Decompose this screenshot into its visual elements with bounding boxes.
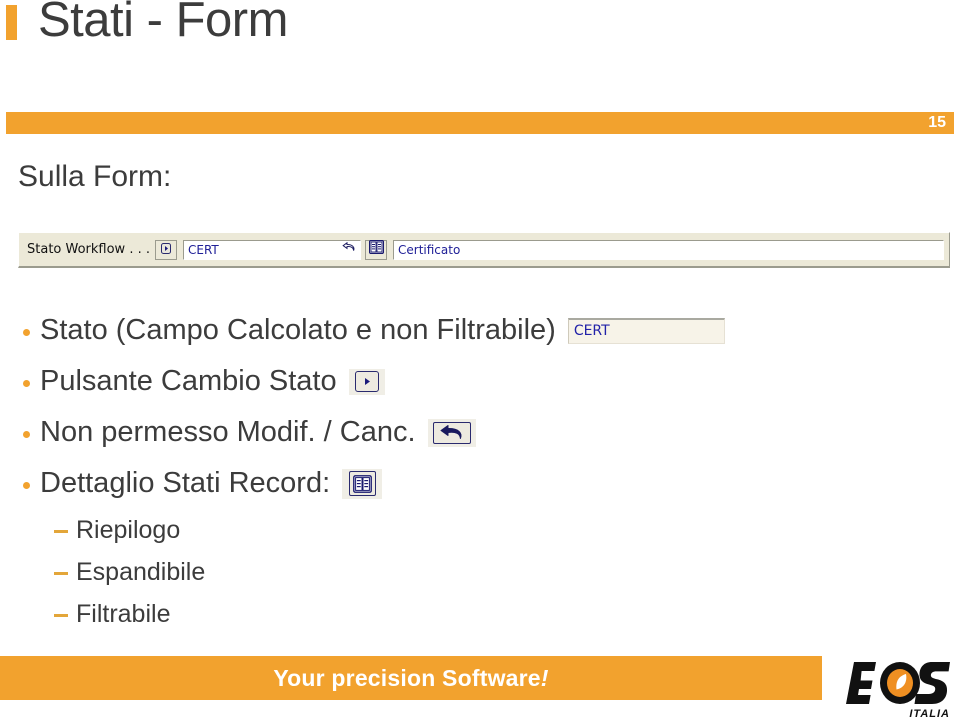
title-accent-bar [6, 5, 17, 40]
bullet-label: Dettaglio Stati Record: [40, 467, 331, 499]
sub-bullet-filtrabile: Filtrabile [18, 593, 938, 635]
toolbar-detail-grid-button[interactable] [365, 239, 387, 260]
bullet-item-non-permesso: Non permesso Modif. / Canc. [18, 407, 938, 458]
footer-tagline-main: Your precision Software [273, 665, 541, 691]
inline-undo-button-shot [427, 418, 476, 447]
sub-bullet-label: Riepilogo [76, 515, 181, 544]
sub-bullet-espandibile: Espandibile [18, 551, 938, 593]
toolbar-change-state-button[interactable] [155, 239, 177, 260]
play-triangle-icon [161, 241, 171, 259]
page-title: Stati - Form [38, 0, 288, 47]
toolbar-description-value: Certificato [398, 242, 461, 257]
eos-logo-subtitle: ITALIA [909, 708, 950, 720]
bullet-item-pulsante: Pulsante Cambio Stato [18, 356, 938, 407]
bullet-label: Stato (Campo Calcolato e non Filtrabile) [40, 314, 556, 346]
toolbar-state-label: Stato Workflow . . . [27, 242, 150, 257]
section-heading: Sulla Form: [18, 160, 172, 193]
inline-detail-grid-button-shot [342, 468, 383, 499]
bullet-item-stato: Stato (Campo Calcolato e non Filtrabile)… [18, 305, 938, 356]
toolbar-state-field[interactable]: CERT [183, 239, 361, 260]
table-grid-icon [348, 471, 376, 496]
table-grid-icon [368, 239, 384, 259]
play-triangle-icon [354, 371, 379, 392]
undo-arrow-icon [432, 421, 471, 444]
bullet-item-dettaglio: Dettaglio Stati Record: [18, 458, 938, 509]
form-toolbar-screenshot: Stato Workflow . . . CERT Certificato [18, 232, 950, 268]
undo-arrow-icon[interactable] [342, 241, 356, 257]
sub-bullet-label: Filtrabile [76, 599, 171, 628]
footer-tagline-exclamation: ! [540, 665, 549, 691]
sub-bullet-label: Espandibile [76, 557, 206, 586]
page-number: 15 [928, 114, 946, 131]
slide-title-row: Stati - Form [0, 0, 960, 100]
eos-logo-mark [846, 662, 950, 704]
eos-logo: ITALIA [846, 658, 954, 720]
toolbar-description-field[interactable]: Certificato [393, 239, 944, 260]
bullet-label: Non permesso Modif. / Canc. [40, 416, 416, 448]
footer-tagline: Your precision Software! [0, 656, 822, 700]
inline-change-state-button-shot [348, 368, 385, 395]
bullet-label: Pulsante Cambio Stato [40, 365, 337, 397]
cert-field-value: CERT [567, 317, 725, 344]
sub-bullet-riepilogo: Riepilogo [18, 509, 938, 551]
inline-cert-field-shot: CERT [567, 317, 725, 344]
bullet-list: Stato (Campo Calcolato e non Filtrabile)… [18, 305, 938, 635]
toolbar-state-value: CERT [188, 242, 219, 257]
header-divider-bar [6, 112, 954, 134]
